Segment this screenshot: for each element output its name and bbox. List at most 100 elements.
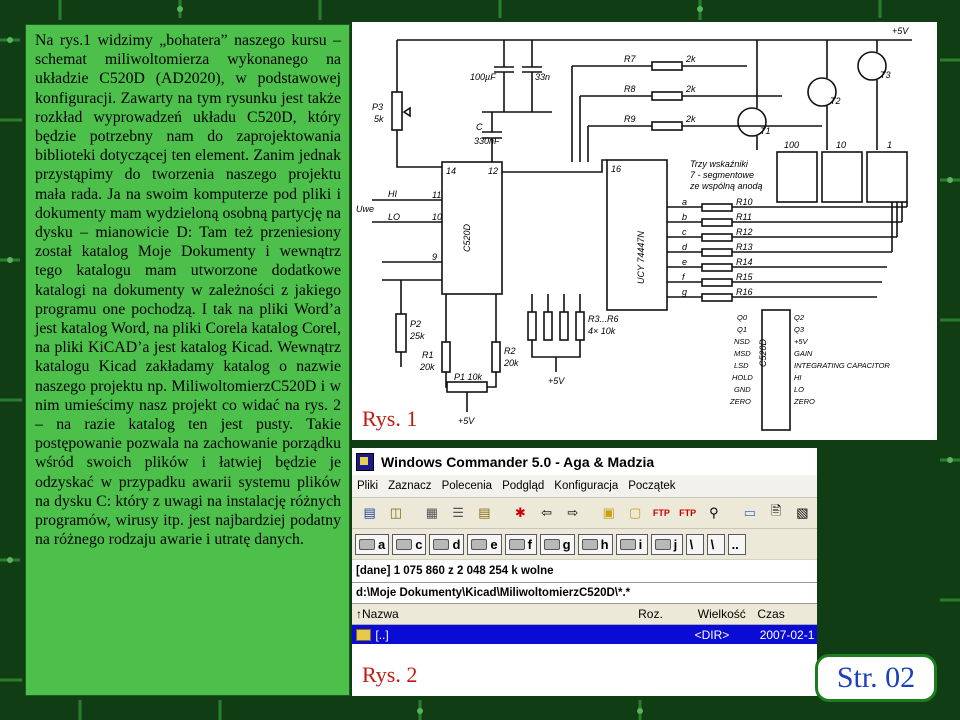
root-button[interactable]: \ — [685, 533, 704, 555]
menu-item-podglad[interactable]: Podgląd — [497, 480, 549, 492]
display-10-label: 10 — [836, 140, 846, 150]
plus5a-label: +5V — [548, 376, 565, 386]
pin14-label: 14 — [446, 166, 456, 176]
pin-q1-label: Q1 — [737, 325, 747, 334]
pin-q2-label: Q2 — [794, 313, 805, 322]
parent-dir-button[interactable]: .. — [727, 533, 746, 555]
menu-item-konfiguracja[interactable]: Konfiguracja — [549, 480, 623, 492]
article-textbox: Na rys.1 widzimy „bohatera” naszego kurs… — [25, 24, 350, 696]
menu-item-polecenia[interactable]: Polecenia — [437, 480, 498, 492]
pin9-label: 9 — [432, 252, 437, 262]
menu-item-poczatek[interactable]: Początek — [623, 480, 680, 492]
r3r6-label: R3...R6 — [588, 314, 619, 324]
drive-info: [dane] 1 075 860 z 2 048 254 k wolne — [352, 560, 817, 582]
pin16-label: 16 — [611, 164, 621, 174]
hi-label: HI — [388, 189, 397, 199]
menu-item-pliki[interactable]: Pliki — [352, 480, 383, 492]
pin10-label: 10 — [432, 212, 442, 222]
pin11-label: 11 — [432, 190, 441, 200]
view-full-icon[interactable]: ☰ — [446, 502, 469, 524]
r7-label: R7 — [624, 54, 636, 64]
drive-bar: a c d e f g h i j \ \ .. — [352, 529, 817, 560]
drive-e-button[interactable]: e — [467, 533, 502, 555]
r8v-label: 2k — [685, 84, 696, 94]
menu-bar: Pliki Zaznacz Polecenia Podgląd Konfigur… — [352, 475, 817, 498]
p1-label: P1 10k — [454, 372, 483, 382]
row-date: 2007-02-1 — [759, 627, 815, 642]
drive-d-button[interactable]: d — [429, 533, 465, 555]
search-icon[interactable]: ⚲ — [702, 502, 725, 524]
file-row-parent[interactable]: [..] <DIR> 2007-02-1 — [352, 625, 817, 644]
drive-j-button[interactable]: j — [650, 533, 683, 555]
r13-label: R13 — [736, 242, 753, 252]
display-100-label: 100 — [784, 140, 799, 150]
r9-label: R9 — [624, 114, 636, 124]
note-line1: Trzy wskaźniki — [690, 159, 749, 169]
ftp-icon[interactable]: FTP — [650, 502, 673, 524]
pin-lsd-label: LSD — [734, 361, 749, 370]
c3v-label: 330nF — [474, 136, 500, 146]
t1-label: T1 — [760, 126, 771, 136]
pack-icon[interactable]: ▣ — [597, 502, 620, 524]
pin-zero-right-label: ZERO — [793, 397, 815, 406]
pinout-ic-label: C520D — [758, 338, 768, 367]
drive-f-button[interactable]: f — [504, 533, 537, 555]
r16-label: R16 — [736, 287, 753, 297]
tree-icon[interactable]: ▤ — [473, 502, 496, 524]
current-path[interactable]: d:\Moje Dokumenty\Kicad\MiliwoltomierzC5… — [352, 582, 817, 604]
select-all-icon[interactable]: ✱ — [509, 502, 532, 524]
seg-g-label: g — [682, 287, 687, 297]
c2-label: 33n — [535, 72, 550, 82]
p2v-label: 25k — [409, 331, 425, 341]
pin-hold-label: HOLD — [732, 373, 753, 382]
drive-i-button[interactable]: i — [615, 533, 648, 555]
schematic-figure: +5V 100µF 33n C 330nF P3 5k HI LO Uwe C5… — [352, 22, 937, 440]
file-manager-screenshot: Windows Commander 5.0 - Aga & Madzia Pli… — [352, 448, 817, 696]
save-icon[interactable]: ▤ — [358, 502, 381, 524]
plus5b-label: +5V — [458, 416, 475, 426]
drive-a-button[interactable]: a — [355, 533, 390, 555]
pin-v5-label: +5V — [794, 337, 809, 346]
pin-hi-label: HI — [794, 373, 802, 382]
view-brief-icon[interactable]: ▦ — [420, 502, 443, 524]
ftp-new-icon[interactable]: FTP — [676, 502, 699, 524]
p3v-label: 5k — [374, 114, 384, 124]
drive-h-button[interactable]: h — [577, 533, 613, 555]
forward-icon[interactable]: ⇨ — [561, 502, 584, 524]
note-line2: 7 - segmentowe — [690, 170, 754, 180]
unpack-icon[interactable]: ▢ — [623, 502, 646, 524]
refresh-icon[interactable]: ◫ — [384, 502, 407, 524]
r1-label: R1 — [422, 350, 434, 360]
column-size[interactable]: Wielkość — [694, 607, 754, 621]
pin-msd-label: MSD — [734, 349, 751, 358]
drive-c-button[interactable]: c — [392, 533, 427, 555]
lo-label: LO — [388, 212, 400, 222]
pin-zero-left-label: ZERO — [729, 397, 751, 406]
copy-names-icon[interactable]: 🖹 — [764, 502, 787, 524]
ic1-label: C520D — [462, 223, 472, 252]
column-date[interactable]: Czas — [753, 607, 817, 621]
menu-item-zaznacz[interactable]: Zaznacz — [383, 480, 436, 492]
seg-e-label: e — [682, 257, 687, 267]
supply-label: +5V — [892, 26, 909, 36]
notepad-icon[interactable]: ▭ — [738, 502, 761, 524]
drive-g-button[interactable]: g — [539, 533, 575, 555]
display-1-label: 1 — [887, 140, 892, 150]
column-name[interactable]: ↑Nazwa — [352, 607, 634, 621]
seg-f-label: f — [682, 272, 686, 282]
column-ext[interactable]: Roz. — [634, 607, 694, 621]
pin-intcap-label: INTEGRATING CAPACITOR — [794, 361, 890, 370]
window-title-bar[interactable]: Windows Commander 5.0 - Aga & Madzia — [352, 448, 817, 475]
pin-gnd-label: GND — [734, 385, 751, 394]
ic2-label: UCY 74447N — [636, 231, 646, 284]
r15-label: R15 — [736, 272, 754, 282]
r2-label: R2 — [504, 346, 516, 356]
back-icon[interactable]: ⇦ — [535, 502, 558, 524]
r1v-label: 20k — [419, 362, 435, 372]
c1-label: 100µF — [470, 72, 496, 82]
seg-d-label: d — [682, 242, 688, 252]
p2-label: P2 — [410, 319, 421, 329]
pack-files-icon[interactable]: ▧ — [791, 502, 814, 524]
root-button-2[interactable]: \ — [706, 533, 725, 555]
uwe-label: Uwe — [356, 204, 374, 214]
